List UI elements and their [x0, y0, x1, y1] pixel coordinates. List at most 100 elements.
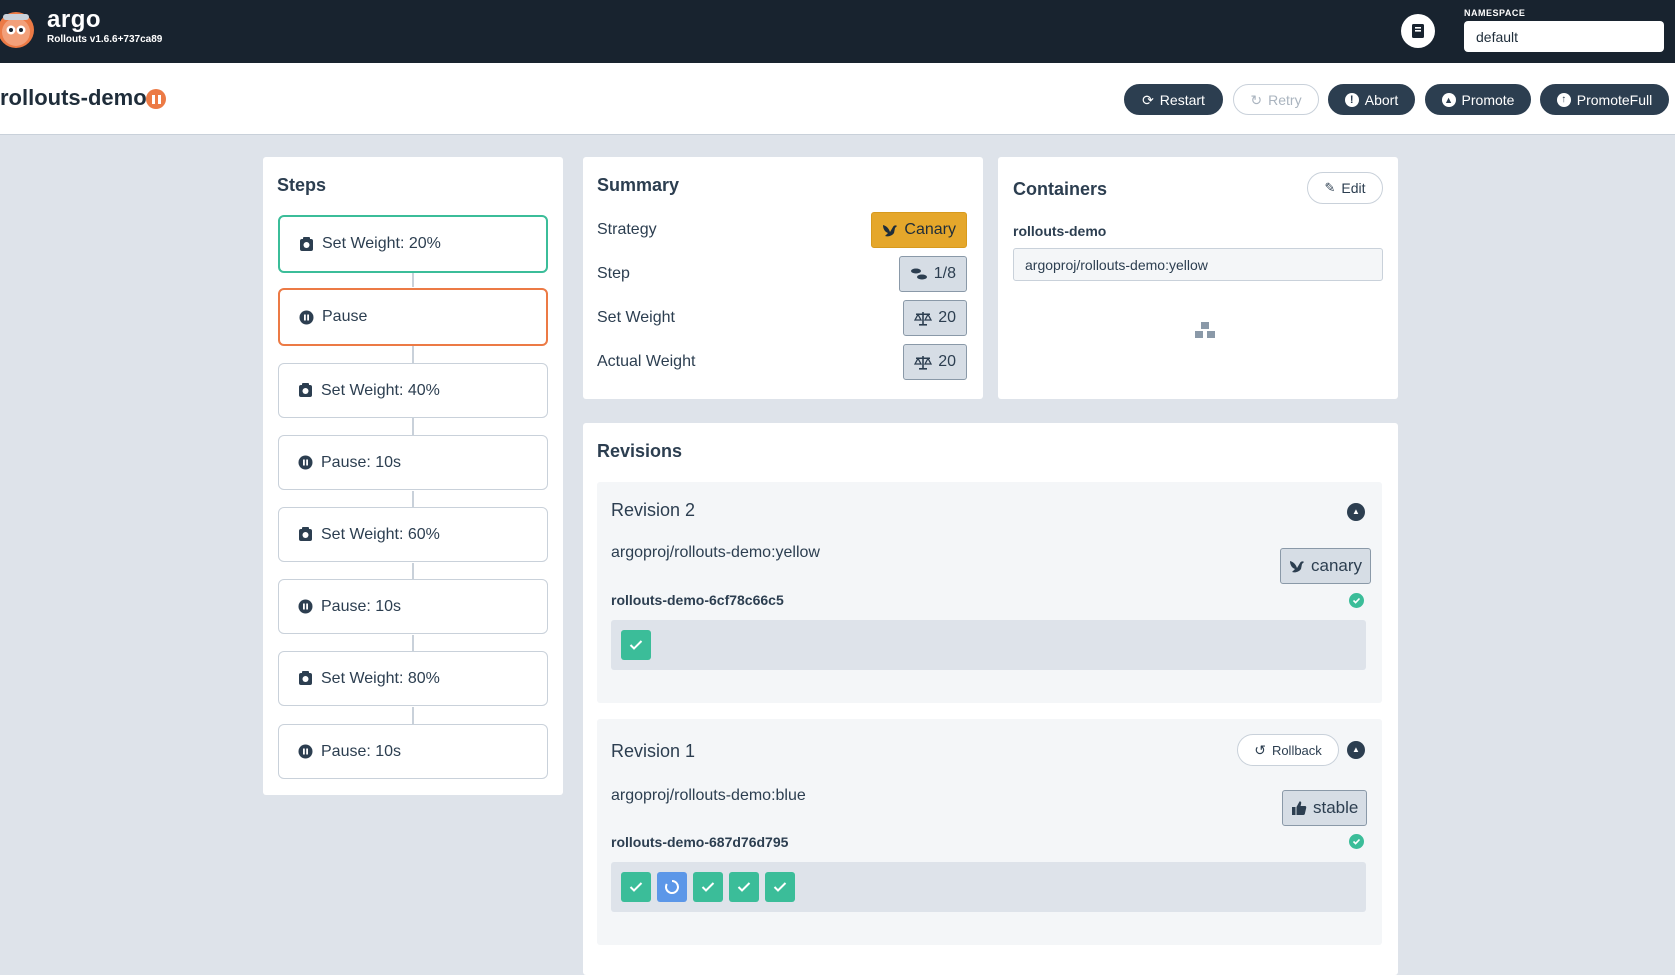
pod-healthy[interactable]: [765, 872, 795, 902]
container-name: rollouts-demo: [1013, 223, 1107, 239]
actual-weight-tag: 20: [903, 344, 967, 380]
collapse-button[interactable]: ▲: [1347, 503, 1365, 521]
pause-icon: [297, 744, 313, 760]
paused-status-icon: [146, 89, 166, 109]
step-pause[interactable]: Pause: [278, 288, 548, 346]
arrow-up-circle-icon: ↑: [1556, 92, 1571, 107]
argo-logo-icon[interactable]: [0, 8, 36, 52]
set-weight-value: 20: [938, 309, 956, 326]
abort-button[interactable]: ! Abort: [1328, 84, 1415, 115]
collapse-button[interactable]: ▲: [1347, 741, 1365, 759]
step-label: Set Weight: 40%: [321, 381, 440, 399]
summary-panel: Summary Strategy Canary Step 1/8 Set Wei…: [583, 157, 983, 399]
replicaset-name: rollouts-demo-6cf78c66c5: [611, 592, 784, 608]
healthy-check-icon: [1349, 593, 1364, 608]
cubes-icon: [1195, 322, 1215, 338]
undo-icon: ↺: [1254, 741, 1266, 758]
promote-label: Promote: [1461, 91, 1515, 108]
chevron-up-circle-icon: ▲: [1441, 92, 1456, 107]
actual-weight-value: 20: [938, 353, 956, 370]
step-tag: 1/8: [898, 256, 967, 292]
version-label: Rollouts v1.6.6+737ca89: [47, 34, 163, 45]
step-pause-10s[interactable]: Pause: 10s: [278, 724, 548, 779]
pod-healthy[interactable]: [621, 872, 651, 902]
steps-panel: Steps Set Weight: 20% Pause Set Weight: …: [263, 157, 563, 795]
summary-label: Strategy: [597, 221, 657, 238]
container-image-field[interactable]: argoproj/rollouts-demo:yellow: [1013, 248, 1383, 281]
revisions-panel: Revisions Revision 2 ▲ argoproj/rollouts…: [583, 423, 1398, 975]
check-icon: [629, 640, 643, 650]
book-icon: [1412, 24, 1424, 38]
chevron-up-icon: ▲: [1352, 507, 1360, 516]
stable-tag: stable: [1282, 790, 1368, 826]
sync-icon: ⟳: [1142, 91, 1154, 108]
revision-title: Revision 2: [611, 500, 696, 520]
revision-card: Revision 1 ↺ Rollback ▲ argoproj/rollout…: [597, 719, 1382, 945]
pause-icon: [298, 309, 314, 325]
pause-icon: [297, 455, 313, 471]
restart-label: Restart: [1159, 91, 1205, 108]
step-pause-10s[interactable]: Pause: 10s: [278, 435, 548, 490]
strategy-tag: Canary: [871, 212, 967, 248]
retry-label: Retry: [1268, 91, 1302, 108]
rollout-header: rollouts-demo ⟳ Restart ↻ Retry ! Abort …: [0, 63, 1675, 135]
healthy-check-icon: [1349, 834, 1364, 849]
step-label: Pause: 10s: [321, 453, 402, 471]
pods-bar: [611, 620, 1366, 670]
step-connector: [412, 346, 414, 364]
step-value: 1/8: [933, 265, 956, 282]
containers-panel: Containers ✎ Edit rollouts-demo argoproj…: [998, 157, 1398, 399]
containers-title: Containers: [1013, 179, 1108, 199]
balance-scale-icon: [914, 355, 933, 370]
page-title: rollouts-demo: [0, 85, 147, 110]
weight-icon: [298, 236, 314, 252]
chevron-up-icon: ▲: [1352, 745, 1360, 754]
thumbs-up-icon: [1292, 801, 1307, 815]
summary-title: Summary: [597, 175, 680, 195]
check-icon: [737, 882, 751, 892]
restart-button[interactable]: ⟳ Restart: [1124, 84, 1223, 115]
namespace-input[interactable]: [1464, 21, 1664, 52]
promote-full-button[interactable]: ↑ PromoteFull: [1540, 84, 1669, 115]
step-label: Pause: 10s: [321, 742, 402, 760]
check-icon: [701, 882, 715, 892]
pod-healthy[interactable]: [621, 630, 651, 660]
brand-name: argo: [47, 6, 102, 33]
step-label: Pause: 10s: [321, 597, 402, 615]
replicaset-name: rollouts-demo-687d76d795: [611, 834, 789, 850]
namespace-label: NAMESPACE: [1464, 8, 1526, 18]
abort-label: Abort: [1364, 91, 1399, 108]
redo-icon: ↻: [1250, 91, 1263, 108]
step-set-weight-60[interactable]: Set Weight: 60%: [278, 507, 548, 562]
step-set-weight-40[interactable]: Set Weight: 40%: [278, 363, 548, 418]
revision-tag-label: stable: [1313, 798, 1359, 817]
step-pause-10s[interactable]: Pause: 10s: [278, 579, 548, 634]
step-set-weight-80[interactable]: Set Weight: 80%: [278, 651, 548, 706]
balance-scale-icon: [914, 311, 933, 326]
summary-row-strategy: Strategy Canary: [597, 212, 967, 248]
revision-image: argoproj/rollouts-demo:yellow: [611, 544, 820, 561]
step-label: Pause: [322, 308, 368, 325]
pencil-icon: ✎: [1324, 180, 1336, 195]
canary-tag: canary: [1280, 548, 1372, 584]
promote-button[interactable]: ▲ Promote: [1425, 84, 1531, 115]
retry-button[interactable]: ↻ Retry: [1233, 84, 1319, 115]
strategy-value: Canary: [904, 221, 956, 238]
summary-label: Set Weight: [597, 309, 675, 326]
top-bar: argo Rollouts v1.6.6+737ca89 NAMESPACE: [0, 0, 1675, 63]
step-set-weight-20[interactable]: Set Weight: 20%: [278, 215, 548, 273]
pod-healthy[interactable]: [693, 872, 723, 902]
promote-full-label: PromoteFull: [1576, 91, 1653, 108]
check-icon: [629, 882, 643, 892]
pod-progressing[interactable]: [657, 872, 687, 902]
pod-healthy[interactable]: [729, 872, 759, 902]
revision-title: Revision 1: [611, 741, 696, 761]
rollback-button[interactable]: ↺ Rollback: [1237, 734, 1339, 766]
weight-icon: [297, 383, 313, 399]
documentation-button[interactable]: [1401, 14, 1435, 48]
edit-button[interactable]: ✎ Edit: [1307, 172, 1383, 204]
revisions-title: Revisions: [597, 441, 683, 461]
step-label: Set Weight: 80%: [321, 669, 440, 687]
step-connector: [412, 707, 414, 725]
summary-label: Step: [597, 265, 630, 282]
